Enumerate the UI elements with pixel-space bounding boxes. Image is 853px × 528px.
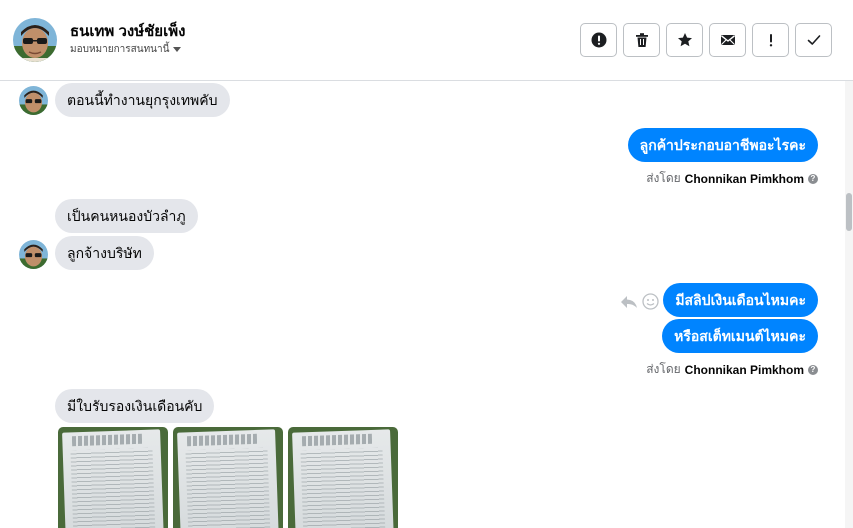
caret-down-icon	[173, 47, 182, 52]
outgoing-message[interactable]: ลูกค้าประกอบอาชีพอะไรคะ	[627, 128, 818, 162]
spam-button[interactable]	[580, 23, 617, 57]
attached-photo[interactable]	[288, 427, 398, 528]
sent-by-label: ส่งโดย Chonnikan Pimkhom ?	[646, 360, 818, 379]
attached-photo[interactable]	[58, 427, 168, 528]
sender-name: Chonnikan Pimkhom	[684, 171, 804, 186]
assign-label: มอบหมายการสนทนานี้	[70, 44, 170, 55]
messenger-inbox: ธนเทพ วงษ์ชัยเพ็ง มอบหมายการสนทนานี้ ตอน…	[0, 0, 853, 528]
envelope-icon	[720, 35, 735, 45]
scrollbar-thumb[interactable]	[846, 193, 852, 231]
thread-scrollbar[interactable]	[845, 81, 853, 528]
attached-photo[interactable]	[173, 427, 283, 528]
contact-avatar-small[interactable]	[19, 240, 48, 269]
outgoing-message[interactable]: หรือสเต็ทเมนต์ไหมคะ	[662, 319, 818, 353]
mark-unread-button[interactable]	[709, 23, 746, 57]
sender-name: Chonnikan Pimkhom	[684, 362, 804, 377]
reply-icon[interactable]	[620, 294, 638, 310]
contact-name[interactable]: ธนเทพ วงษ์ชัยเพ็ง	[70, 19, 185, 43]
incoming-message[interactable]: ตอนนี้ทำงานยุกรุงเทพคับ	[55, 83, 230, 117]
delete-button[interactable]	[623, 23, 660, 57]
sent-by-prefix: ส่งโดย	[646, 171, 681, 185]
follow-up-button[interactable]	[752, 23, 789, 57]
trash-icon	[635, 33, 648, 47]
help-icon[interactable]: ?	[808, 364, 818, 375]
outgoing-message[interactable]: มีสลิปเงินเดือนไหมคะ	[663, 283, 818, 317]
action-toolbar	[580, 23, 832, 57]
alert-circle-icon	[591, 32, 606, 48]
star-button[interactable]	[666, 23, 703, 57]
message-thread: ตอนนี้ทำงานยุกรุงเทพคับ ลูกค้าประกอบอาชี…	[0, 81, 845, 528]
sent-by-label: ส่งโดย Chonnikan Pimkhom ?	[646, 169, 818, 188]
incoming-message[interactable]: ลูกจ้างบริษัท	[55, 236, 154, 270]
star-icon	[677, 33, 692, 47]
checkmark-icon	[807, 35, 820, 45]
contact-avatar[interactable]	[13, 18, 57, 62]
mark-done-button[interactable]	[795, 23, 832, 57]
assign-conversation-dropdown[interactable]: มอบหมายการสนทนานี้	[70, 42, 182, 57]
incoming-message[interactable]: มีใบรับรองเงินเดือนคับ	[55, 389, 215, 423]
incoming-message[interactable]: เป็นคนหนองบัวลำภู	[55, 199, 198, 233]
sent-by-prefix: ส่งโดย	[646, 362, 681, 376]
conversation-header: ธนเทพ วงษ์ชัยเพ็ง มอบหมายการสนทนานี้	[0, 0, 853, 81]
message-tools	[620, 293, 659, 310]
contact-avatar-small[interactable]	[19, 86, 48, 115]
exclamation-icon	[769, 34, 772, 47]
emoji-react-icon[interactable]	[642, 293, 659, 310]
help-icon[interactable]: ?	[808, 173, 818, 184]
